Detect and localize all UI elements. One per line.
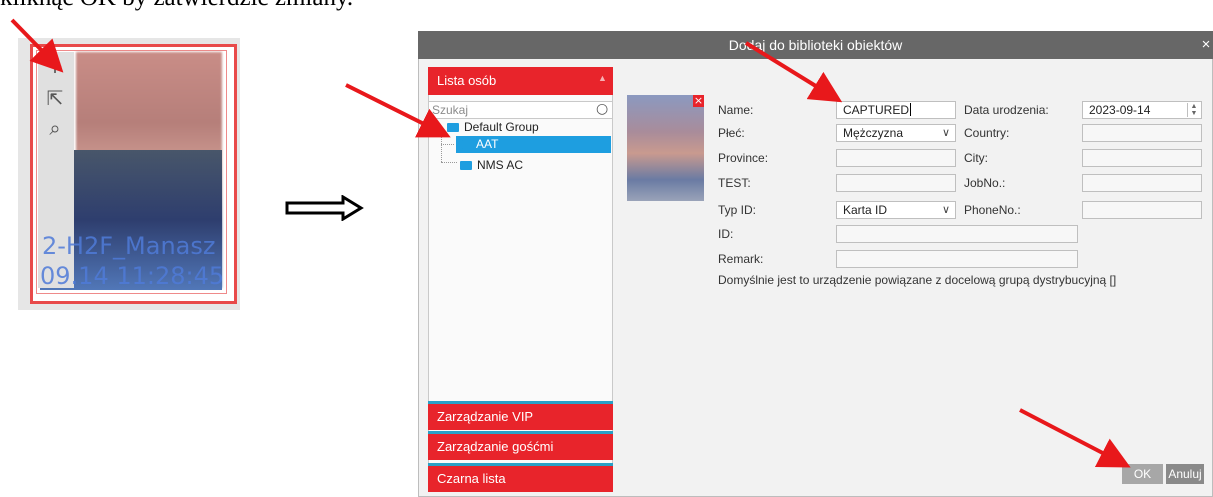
remark-label: Remark: — [718, 252, 764, 266]
folder-icon — [462, 140, 474, 149]
tree-item-label: AAT — [476, 137, 499, 151]
country-label: Country: — [964, 126, 1010, 140]
tree-collapse-icon[interactable]: − — [432, 122, 437, 132]
remove-photo-icon[interactable]: × — [693, 95, 704, 107]
cancel-button[interactable]: Anuluj — [1166, 464, 1204, 484]
jobno-field[interactable] — [1082, 174, 1202, 192]
collapse-chevron-icon[interactable]: ▲ — [598, 73, 607, 83]
tree-item-nms-ac[interactable]: NMS AC — [460, 157, 523, 173]
dialog-title: Dodaj do biblioteki obiektów — [418, 31, 1213, 59]
id-field[interactable] — [836, 225, 1078, 243]
country-field[interactable] — [1082, 124, 1202, 142]
province-field[interactable] — [836, 149, 956, 167]
id-label: ID: — [718, 227, 734, 241]
guest-management-button[interactable]: Zarządzanie gośćmi — [428, 434, 613, 460]
tree-group-label: Default Group — [464, 120, 539, 134]
phone-label: PhoneNo.: — [964, 203, 1021, 217]
close-icon[interactable]: × — [1199, 31, 1213, 59]
idtype-value: Karta ID — [843, 203, 888, 217]
city-label: City: — [964, 151, 988, 165]
flow-arrow-icon — [285, 195, 364, 221]
tree-guide — [441, 128, 443, 162]
gender-value: Mężczyzna — [843, 126, 904, 140]
face-photo — [627, 95, 704, 201]
search-icon[interactable]: ○ — [596, 101, 608, 117]
city-field[interactable] — [1082, 149, 1202, 167]
province-label: Province: — [718, 151, 769, 165]
distribution-group-note: Domyślnie jest to urządzenie powiązane z… — [718, 273, 1117, 287]
search-input[interactable]: Szukaj — [428, 101, 613, 119]
zoom-icon[interactable]: ⌕ — [44, 117, 66, 139]
name-field[interactable]: CAPTURED — [836, 101, 956, 119]
name-label: Name: — [718, 103, 754, 117]
gender-label: Płeć: — [718, 126, 745, 140]
chevron-down-icon: ∨ — [941, 203, 950, 216]
name-value: CAPTURED — [843, 103, 910, 117]
vip-management-button[interactable]: Zarządzanie VIP — [428, 404, 613, 430]
jobno-label: JobNo.: — [964, 176, 1006, 190]
dob-value: 2023-09-14 — [1089, 103, 1151, 117]
person-list-header[interactable]: Lista osób — [428, 67, 613, 95]
tree-group-default[interactable]: Default Group — [447, 119, 539, 135]
idtype-select[interactable]: Karta ID ∨ — [836, 201, 956, 219]
instruction-caption: kliknąć OK by zatwierdzić zmiany. — [0, 0, 353, 12]
blacklist-button[interactable]: Czarna lista — [428, 466, 613, 492]
export-icon[interactable]: ⇱ — [44, 87, 66, 109]
overlay-camera-name: 2-H2F_Manasz — [42, 232, 216, 260]
plus-icon[interactable]: + — [44, 55, 66, 77]
folder-icon — [447, 123, 459, 132]
tree-guide — [441, 162, 457, 163]
tree-item-aat[interactable]: AAT — [456, 136, 611, 153]
idtype-label: Typ ID: — [718, 203, 757, 217]
test-field[interactable] — [836, 174, 956, 192]
chevron-down-icon: ∨ — [941, 126, 950, 139]
folder-icon — [460, 161, 472, 170]
overlay-timestamp: 09.14 11:28:45 — [40, 262, 225, 290]
phone-field[interactable] — [1082, 201, 1202, 219]
ok-button[interactable]: OK — [1122, 464, 1163, 484]
tree-item-label: NMS AC — [477, 158, 524, 172]
text-caret — [910, 103, 912, 116]
tree-guide — [441, 144, 454, 145]
dob-field[interactable]: 2023-09-14 ▲ ▼ — [1082, 101, 1202, 119]
dob-label: Data urodzenia: — [964, 103, 1049, 117]
gender-select[interactable]: Mężczyzna ∨ — [836, 124, 956, 142]
spinner-icon[interactable]: ▲ ▼ — [1187, 103, 1200, 117]
test-label: TEST: — [718, 176, 751, 190]
remark-field[interactable] — [836, 250, 1078, 268]
